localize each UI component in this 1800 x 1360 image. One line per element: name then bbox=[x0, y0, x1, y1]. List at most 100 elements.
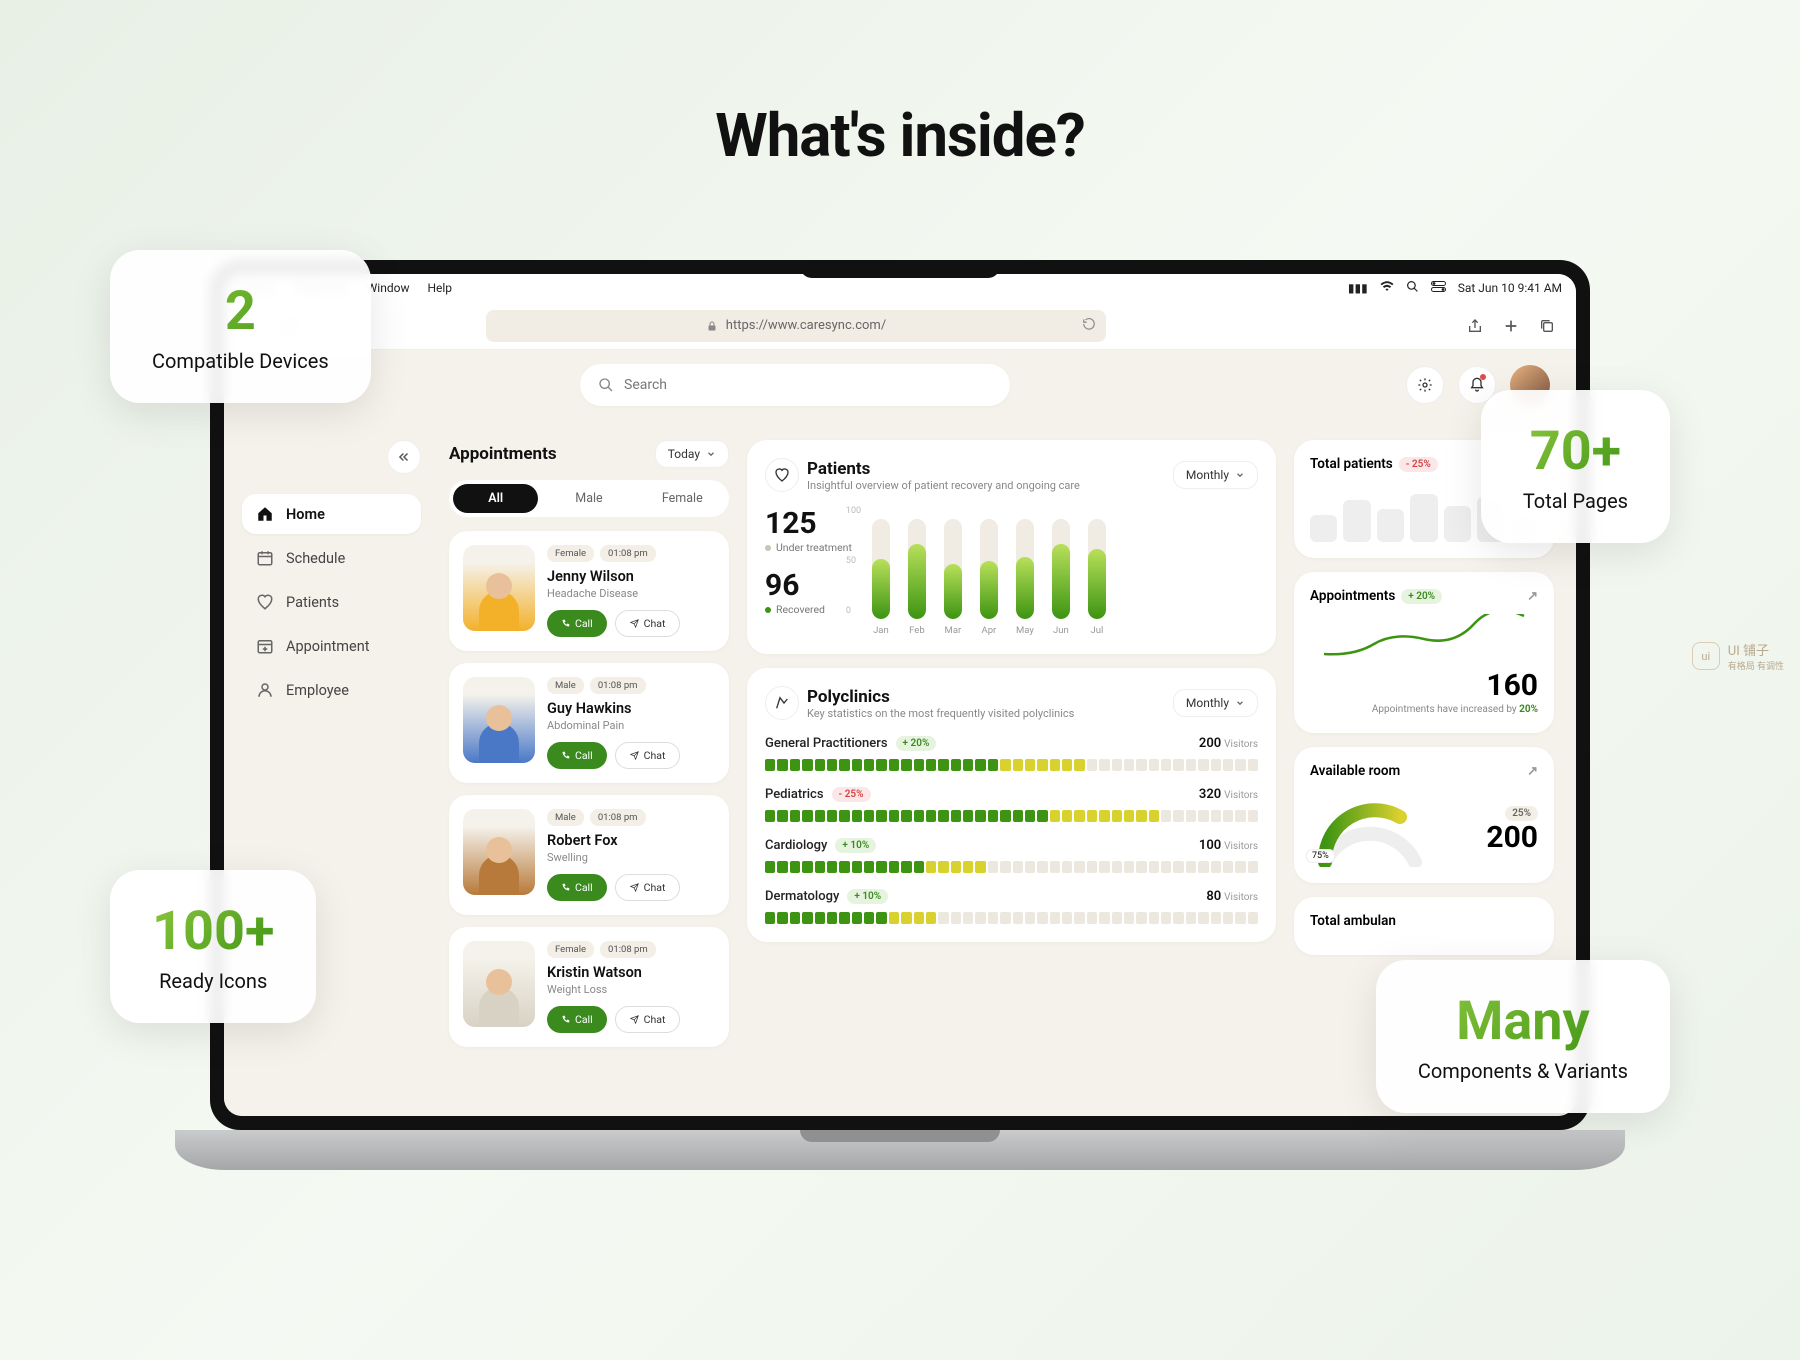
gender-tag: Male bbox=[547, 677, 584, 694]
call-button[interactable]: Call bbox=[547, 874, 607, 901]
polyclinic-delta: - 25% bbox=[832, 787, 871, 802]
search-icon bbox=[598, 377, 614, 393]
call-button[interactable]: Call bbox=[547, 610, 607, 637]
polyclinic-bar bbox=[765, 912, 1258, 924]
time-tag: 01:08 pm bbox=[590, 809, 646, 826]
reload-icon[interactable] bbox=[1082, 317, 1096, 335]
gender-filter: All Male Female bbox=[449, 480, 729, 517]
polyclinic-name: General Practitioners bbox=[765, 736, 888, 751]
patient-name: Robert Fox bbox=[547, 832, 715, 849]
bar-Jan: Jan bbox=[872, 519, 890, 636]
expand-icon[interactable]: ↗ bbox=[1527, 589, 1538, 604]
under-treatment-label: Under treatment bbox=[765, 541, 852, 554]
bar-May: May bbox=[1016, 519, 1034, 636]
chat-button[interactable]: Chat bbox=[615, 1006, 681, 1033]
bar-Feb: Feb bbox=[908, 519, 926, 636]
phone-icon bbox=[561, 1015, 570, 1024]
expand-icon[interactable]: ↗ bbox=[1527, 764, 1538, 779]
patients-icon bbox=[256, 593, 274, 611]
polyclinic-delta: + 20% bbox=[896, 736, 937, 751]
chevron-down-icon bbox=[706, 449, 716, 459]
polyclinic-name: Pediatrics bbox=[765, 787, 824, 802]
sidebar-item-home[interactable]: Home bbox=[242, 494, 421, 534]
settings-button[interactable] bbox=[1406, 366, 1444, 404]
patient-avatar bbox=[463, 545, 535, 631]
url-text: https://www.caresync.com/ bbox=[726, 318, 886, 333]
appointments-period-select[interactable]: Today bbox=[655, 440, 729, 468]
sidebar-item-label: Employee bbox=[286, 682, 349, 699]
patient-issue: Abdominal Pain bbox=[547, 719, 715, 732]
chat-button[interactable]: Chat bbox=[615, 610, 681, 637]
home-icon bbox=[256, 505, 274, 523]
lock-icon bbox=[706, 320, 718, 332]
total-ambulance-card: Total ambulan bbox=[1294, 897, 1554, 955]
under-treatment-value: 125 bbox=[765, 506, 852, 541]
chevron-left-double-icon bbox=[397, 450, 411, 464]
new-tab-icon[interactable] bbox=[1500, 315, 1522, 337]
call-button[interactable]: Call bbox=[547, 742, 607, 769]
menubar-item[interactable]: Help bbox=[427, 281, 452, 295]
appointments-sparkline bbox=[1310, 614, 1538, 664]
polyclinics-icon bbox=[765, 686, 799, 720]
appointment-icon bbox=[256, 637, 274, 655]
share-icon[interactable] bbox=[1464, 315, 1486, 337]
sidebar-collapse-button[interactable] bbox=[387, 440, 421, 474]
browser-chrome: https://www.caresync.com/ bbox=[224, 302, 1576, 350]
time-tag: 01:08 pm bbox=[600, 941, 656, 958]
polyclinics-subtitle: Key statistics on the most frequently vi… bbox=[807, 707, 1074, 720]
tabs-icon[interactable] bbox=[1536, 315, 1558, 337]
patients-bar-chart: 100500 JanFebMarAprMayJunJul bbox=[872, 506, 1258, 636]
patients-title: Patients bbox=[807, 459, 1080, 479]
recovered-label: Recovered bbox=[765, 603, 852, 616]
patient-name: Kristin Watson bbox=[547, 964, 715, 981]
schedule-icon bbox=[256, 549, 274, 567]
polyclinic-name: Cardiology bbox=[765, 838, 827, 853]
gauge-low: 75% bbox=[1306, 849, 1335, 863]
polyclinic-value: 100Visitors bbox=[1199, 838, 1258, 853]
polyclinic-row: Dermatology+ 10%80Visitors bbox=[765, 889, 1258, 924]
send-icon bbox=[630, 1015, 639, 1024]
polyclinic-bar bbox=[765, 810, 1258, 822]
address-bar[interactable]: https://www.caresync.com/ bbox=[486, 310, 1106, 342]
filter-all[interactable]: All bbox=[453, 484, 538, 513]
bar-Mar: Mar bbox=[944, 519, 962, 636]
sidebar-item-schedule[interactable]: Schedule bbox=[242, 538, 421, 578]
sidebar-item-patients[interactable]: Patients bbox=[242, 582, 421, 622]
sidebar-item-employee[interactable]: Employee bbox=[242, 670, 421, 710]
polyclinic-delta: + 10% bbox=[847, 889, 888, 904]
polyclinic-value: 200Visitors bbox=[1199, 736, 1258, 751]
appointments-card: Appointments+ 20%↗ 160 Appointments have… bbox=[1294, 572, 1554, 733]
sidebar-item-label: Patients bbox=[286, 594, 339, 611]
menubar-item[interactable]: Window bbox=[367, 281, 410, 295]
phone-icon bbox=[561, 619, 570, 628]
laptop-base bbox=[175, 1130, 1625, 1170]
filter-female[interactable]: Female bbox=[640, 484, 725, 513]
menubar-datetime: Sat Jun 10 9:41 AM bbox=[1458, 281, 1562, 295]
polyclinics-title: Polyclinics bbox=[807, 687, 1074, 707]
chat-button[interactable]: Chat bbox=[615, 742, 681, 769]
polyclinic-bar bbox=[765, 759, 1258, 771]
battery-icon: ▮▮▮ bbox=[1348, 281, 1368, 295]
sidebar-item-appointment[interactable]: Appointment bbox=[242, 626, 421, 666]
filter-male[interactable]: Male bbox=[546, 484, 631, 513]
call-button[interactable]: Call bbox=[547, 1006, 607, 1033]
phone-icon bbox=[561, 883, 570, 892]
patient-avatar bbox=[463, 677, 535, 763]
recovered-value: 96 bbox=[765, 568, 852, 603]
search-input[interactable]: Search bbox=[580, 364, 1010, 406]
available-room-value: 200 bbox=[1440, 820, 1538, 855]
float-icons: 100+ Ready Icons bbox=[110, 870, 316, 1023]
available-room-title: Available room bbox=[1310, 763, 1400, 779]
available-room-card: Available room↗ 75% 25% 200 bbox=[1294, 747, 1554, 883]
patient-name: Jenny Wilson bbox=[547, 568, 715, 585]
polyclinics-panel: Polyclinics Key statistics on the most f… bbox=[747, 668, 1276, 942]
page-title: What's inside? bbox=[0, 0, 1800, 171]
patients-period-select[interactable]: Monthly bbox=[1173, 461, 1258, 489]
sidebar-item-label: Home bbox=[286, 506, 325, 523]
polyclinic-name: Dermatology bbox=[765, 889, 839, 904]
appointment-card: Female01:08 pm Kristin Watson Weight Los… bbox=[449, 927, 729, 1047]
patient-issue: Weight Loss bbox=[547, 983, 715, 996]
patient-avatar bbox=[463, 809, 535, 895]
chat-button[interactable]: Chat bbox=[615, 874, 681, 901]
polyclinics-period-select[interactable]: Monthly bbox=[1173, 689, 1258, 717]
